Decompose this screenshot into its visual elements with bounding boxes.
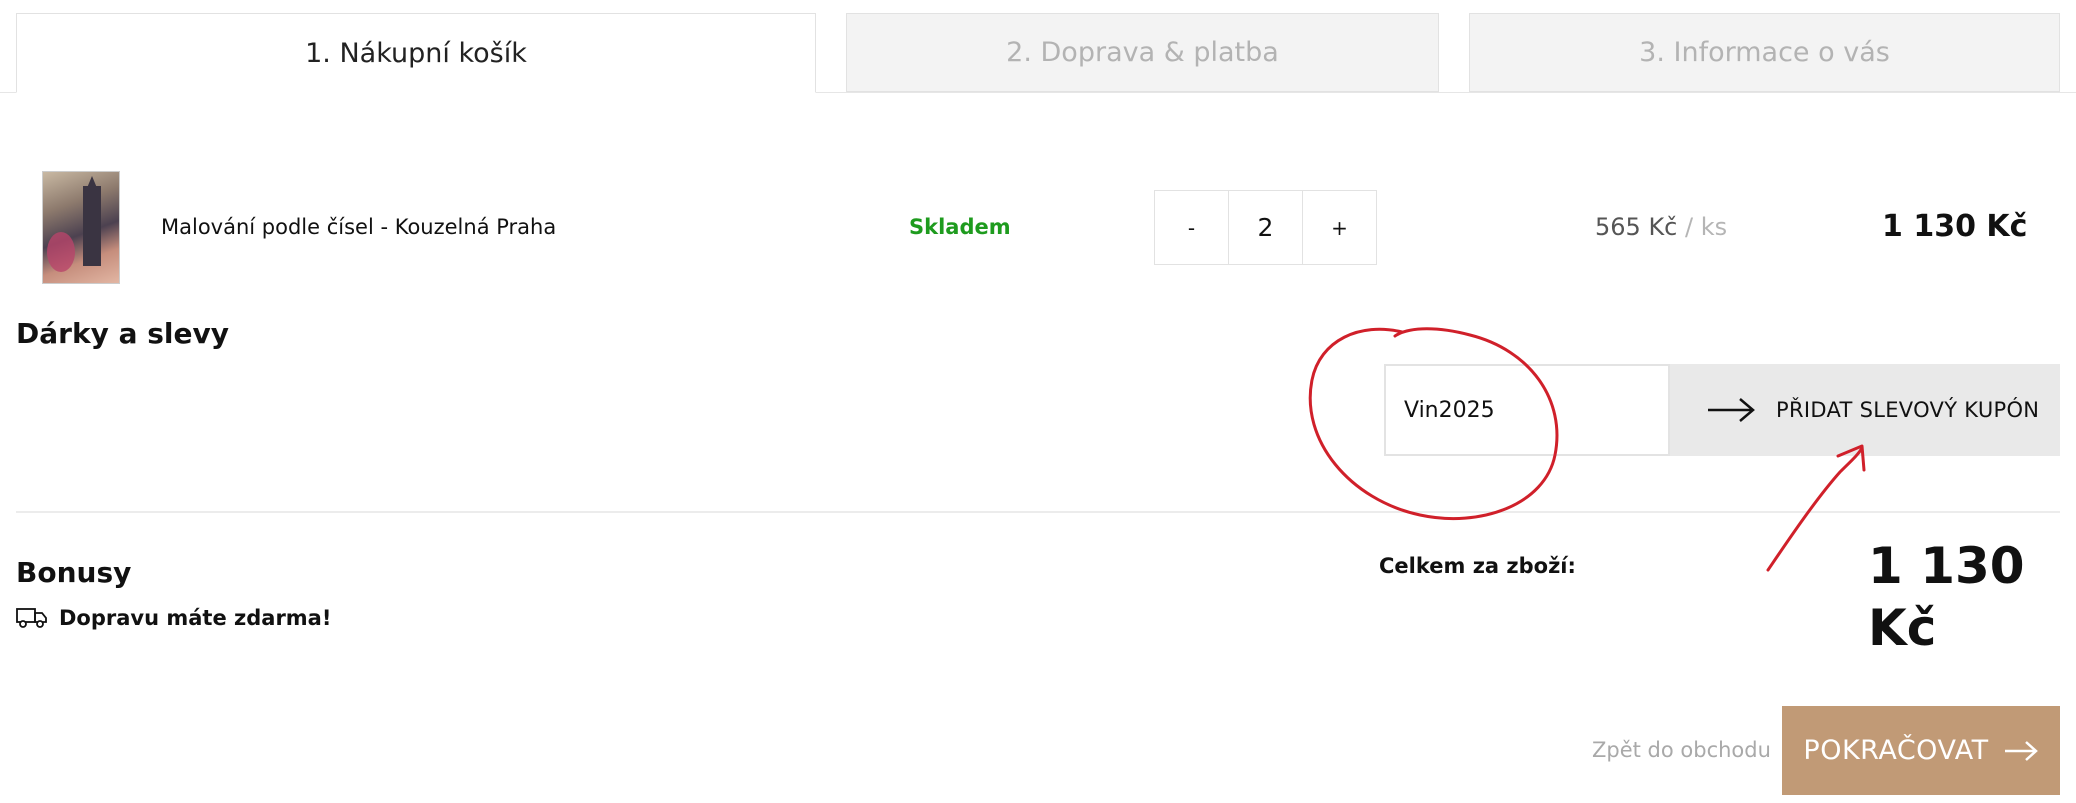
annotation-arrow-line	[1766, 446, 1864, 572]
item-total-price: 1 130 Kč	[1882, 209, 2028, 244]
add-coupon-label: PŘIDAT SLEVOVÝ KUPÓN	[1776, 398, 2040, 422]
total-value: 1 130 Kč	[1868, 537, 2025, 657]
availability-status: Skladem	[909, 215, 1011, 239]
quantity-increment-button[interactable]: +	[1303, 191, 1376, 264]
total-label: Celkem za zboží:	[1379, 554, 1576, 578]
product-thumbnail[interactable]	[42, 171, 120, 284]
coupon-code-input[interactable]	[1384, 364, 1670, 456]
continue-button[interactable]: POKRAČOVAT	[1782, 706, 2060, 795]
unit-price-value: 565 Kč	[1595, 213, 1678, 241]
tab-shipping-payment[interactable]: 2. Doprava & platba	[846, 13, 1439, 92]
arrow-right-icon	[1708, 398, 1755, 422]
unit-price-suffix: / ks	[1685, 213, 1728, 241]
product-name-link[interactable]: Malování podle čísel - Kouzelná Praha	[161, 212, 556, 242]
continue-label: POKRAČOVAT	[1803, 735, 1989, 766]
section-divider	[16, 511, 2060, 513]
tab-cart[interactable]: 1. Nákupní košík	[16, 13, 816, 93]
truck-icon	[16, 608, 47, 628]
bonuses-heading: Bonusy	[16, 556, 132, 589]
free-shipping-note: Dopravu máte zdarma!	[59, 606, 332, 630]
add-coupon-button[interactable]: PŘIDAT SLEVOVÝ KUPÓN	[1670, 364, 2060, 456]
quantity-input[interactable]: 2	[1228, 191, 1303, 264]
quantity-stepper: - 2 +	[1154, 190, 1377, 265]
arrow-right-icon	[2004, 740, 2038, 761]
back-to-shop-link[interactable]: Zpět do obchodu	[1592, 735, 1771, 765]
unit-price: 565 Kč / ks	[1595, 212, 1727, 242]
quantity-decrement-button[interactable]: -	[1155, 191, 1228, 264]
tab-customer-info[interactable]: 3. Informace o vás	[1469, 13, 2060, 92]
gifts-discounts-heading: Dárky a slevy	[16, 317, 229, 350]
